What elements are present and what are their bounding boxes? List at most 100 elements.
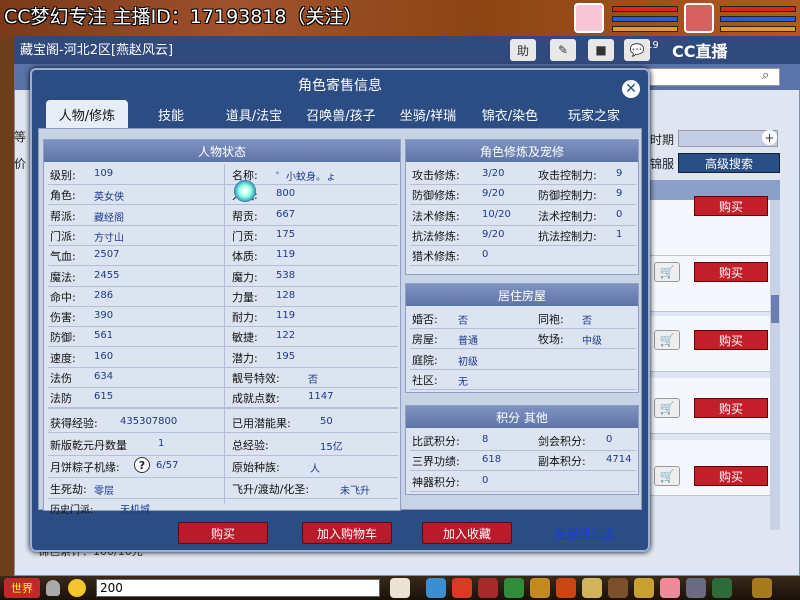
- status-left-label: 防御:: [50, 331, 76, 345]
- points-panel-header: 积分 其他: [406, 406, 638, 428]
- points-panel: 积分 其他 比武积分: 8 剑会积分: 0 三界功绩: 618 副本积分: 4714 神器积分:…: [405, 405, 639, 495]
- ascend-value: 未飞升: [340, 486, 370, 497]
- chat-input[interactable]: 200: [96, 579, 380, 597]
- cult-value: 3/20: [482, 168, 505, 179]
- tab-clothes[interactable]: 锦衣/染色: [472, 100, 548, 128]
- book-icon[interactable]: [608, 578, 628, 598]
- system-icon[interactable]: [504, 578, 524, 598]
- origin-value: 人: [310, 464, 320, 475]
- status-left-label: 气血:: [50, 250, 76, 264]
- used-potential-value: 50: [320, 416, 333, 427]
- tab-pets[interactable]: 召唤兽/孩子: [298, 100, 384, 128]
- status-right-value: 否: [308, 375, 318, 386]
- help-button[interactable]: 助: [510, 39, 536, 61]
- plus-icon[interactable]: +: [762, 130, 777, 145]
- list-buy-button[interactable]: 购买: [694, 262, 768, 282]
- status-left-value: 160: [94, 350, 114, 362]
- cart-icon[interactable]: 🛒: [654, 330, 680, 350]
- points-label: 比武积分:: [412, 435, 460, 448]
- list-buy-button[interactable]: 购买: [694, 330, 768, 350]
- cult-label: 防御修炼:: [412, 189, 460, 203]
- tab-home[interactable]: 玩家之家: [554, 100, 634, 128]
- status-left-value: 561: [94, 330, 114, 342]
- status-left-value: 390: [94, 310, 114, 322]
- clothes-label: 锦服: [650, 157, 675, 171]
- status-right-label: 魔力:: [232, 270, 258, 284]
- bag-icon[interactable]: [452, 578, 472, 598]
- list-buy-button[interactable]: 购买: [694, 466, 768, 486]
- life-death-value: 零层: [94, 486, 114, 497]
- sword-icon[interactable]: [686, 578, 706, 598]
- points-value: 4714: [606, 454, 632, 466]
- team-icon[interactable]: [478, 578, 498, 598]
- qianyuan-value: 1: [158, 438, 165, 449]
- notify-badge: 19: [646, 40, 659, 51]
- advanced-search-button[interactable]: 高级搜索: [678, 153, 780, 173]
- gift-icon[interactable]: [712, 578, 732, 598]
- search-icon[interactable]: ⌕: [762, 68, 769, 83]
- microphone-icon[interactable]: [46, 580, 60, 596]
- modal-tab-bar: 人物/修炼 技能 道具/法宝 召唤兽/孩子 坐骑/祥瑞 锦衣/染色 玩家之家: [44, 100, 638, 128]
- history-school-value: 天机城: [120, 505, 150, 516]
- list-scrollbar[interactable]: [770, 200, 780, 530]
- status-left-value: 方寸山: [94, 232, 124, 244]
- house-value: 普通: [458, 336, 478, 348]
- cultivation-panel: 角色修炼及宠修 攻击修炼: 3/20 攻击控制力: 9 防御修炼: 9/20 防御控制力: 9…: [405, 139, 639, 275]
- close-icon[interactable]: ✕: [622, 80, 640, 98]
- player-mp-bar: [720, 16, 796, 22]
- settings-icon[interactable]: [752, 578, 772, 598]
- points-value: 618: [482, 454, 502, 466]
- status-right-label: 帮贡:: [232, 209, 258, 223]
- status-left-label: 门派:: [50, 229, 76, 243]
- tab-character-cultivation[interactable]: 人物/修炼: [46, 100, 128, 128]
- web-version-link[interactable]: 使用网页版: [554, 525, 614, 542]
- status-right-label: 体质:: [232, 250, 258, 264]
- cart-icon[interactable]: 🛒: [654, 398, 680, 418]
- pet-shortcut-icon[interactable]: [390, 578, 410, 598]
- status-left-value: 286: [94, 289, 114, 301]
- stream-title: CC梦幻专注 主播ID：17193818（关注）: [4, 6, 363, 28]
- add-to-favorites-button[interactable]: 加入收藏: [422, 522, 512, 544]
- emoji-icon[interactable]: [68, 579, 86, 597]
- add-to-cart-button[interactable]: 加入购物车: [302, 522, 392, 544]
- stop-button[interactable]: ■: [588, 39, 614, 61]
- status-left-label: 伤害:: [50, 311, 76, 325]
- friend-icon[interactable]: [556, 578, 576, 598]
- exp-value: 435307800: [120, 416, 178, 427]
- world-channel-button[interactable]: 世界: [4, 578, 40, 598]
- cart-icon[interactable]: 🛒: [654, 262, 680, 282]
- tab-items[interactable]: 道具/法宝: [214, 100, 294, 128]
- points-label: 剑会积分:: [538, 435, 586, 448]
- site-search-input[interactable]: [645, 68, 780, 86]
- pet-avatar[interactable]: [574, 3, 604, 33]
- origin-label: 原始种族:: [232, 461, 280, 474]
- scroll-icon[interactable]: [582, 578, 602, 598]
- help-icon[interactable]: ?: [134, 457, 150, 473]
- status-left-value: 615: [94, 391, 114, 403]
- points-label: 三界功绩:: [412, 455, 460, 469]
- weapon-icon[interactable]: [426, 578, 446, 598]
- cc-live-logo: CC直播: [672, 42, 728, 61]
- list-buy-button[interactable]: 购买: [694, 398, 768, 418]
- status-left-value: 2507: [94, 249, 120, 261]
- status-left-label: 命中:: [50, 290, 76, 304]
- treasure-icon[interactable]: [530, 578, 550, 598]
- peach-icon[interactable]: [660, 578, 680, 598]
- tab-mounts[interactable]: 坐骑/祥瑞: [388, 100, 468, 128]
- points-label: 神器积分:: [412, 475, 460, 489]
- cart-icon[interactable]: 🛒: [654, 466, 680, 486]
- cult-value: 10/20: [482, 208, 511, 220]
- status-right-value: 800: [276, 188, 296, 200]
- cult-value: 9: [616, 168, 623, 179]
- buy-button[interactable]: 购买: [178, 522, 268, 544]
- cult-label: 法术控制力:: [538, 209, 597, 223]
- bell-icon[interactable]: [634, 578, 654, 598]
- list-buy-button[interactable]: 购买: [694, 196, 768, 216]
- list-scroll-thumb[interactable]: [771, 295, 779, 323]
- player-avatar[interactable]: [684, 3, 714, 33]
- house-label: 庭院:: [412, 353, 438, 367]
- house-value: 中级: [582, 336, 602, 348]
- cult-label: 抗法修炼:: [412, 229, 460, 243]
- tab-skills[interactable]: 技能: [134, 100, 208, 128]
- edit-button[interactable]: ✎: [550, 39, 576, 61]
